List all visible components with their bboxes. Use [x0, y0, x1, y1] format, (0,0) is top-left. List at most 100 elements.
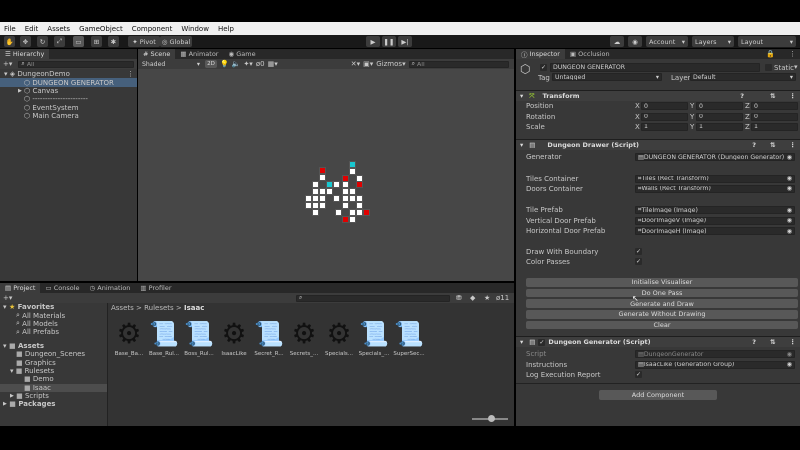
tab-inspector[interactable]: ⓘ Inspector	[516, 49, 565, 59]
step-icon[interactable]: ▶|	[398, 36, 412, 47]
asset-item[interactable]: 📜 Secret_R...	[252, 319, 286, 357]
preset-icon[interactable]: ⇅	[770, 141, 775, 149]
help-icon[interactable]: ?	[740, 92, 744, 100]
folder-item[interactable]: ■ Graphics	[0, 358, 107, 367]
tab-hierarchy[interactable]: ☰ Hierarchy	[0, 49, 50, 59]
static-checkbox[interactable]	[765, 64, 772, 71]
folder-item[interactable]: ▾ ■ Rulesets	[0, 367, 107, 375]
initialise-visualiser-button[interactable]: Initialise Visualiser	[526, 278, 798, 287]
hierarchy-item-scene[interactable]: ▾ ◈ DungeonDemo ⋮	[0, 70, 137, 78]
object-name-input[interactable]: DUNGEON GENERATOR	[550, 63, 760, 72]
menu-help[interactable]: Help	[218, 25, 234, 33]
slider-handle[interactable]	[488, 415, 495, 422]
effects-icon[interactable]: ✦▾	[243, 60, 252, 68]
transform-z-input[interactable]: 0	[751, 112, 798, 121]
doors-field[interactable]: ⌗ Walls (Rect Transform) ◉	[635, 184, 795, 193]
log-checkbox[interactable]: ✓	[635, 371, 642, 379]
color-passes-checkbox[interactable]: ✓	[635, 258, 642, 266]
asset-item[interactable]: ⚙ Base_Ba...	[112, 319, 146, 358]
2d-toggle[interactable]: 2D	[205, 60, 217, 68]
add-component-button[interactable]: Add Component	[599, 390, 717, 400]
hdoor-field[interactable]: ⌗ DoorImageH (Image) ◉	[635, 227, 795, 236]
transform-header[interactable]: ▾ ⤧ Transform ? ⇅ ⋮	[516, 90, 800, 101]
preset-icon[interactable]: ⇅	[770, 92, 775, 100]
generate-without-drawing-button[interactable]: Generate Without Drawing	[526, 310, 798, 319]
tab-scene[interactable]: # Scene	[138, 49, 176, 59]
boundary-checkbox[interactable]: ✓	[635, 248, 642, 256]
asset-item[interactable]: 📜 SuperSec...	[392, 319, 426, 357]
packages-node[interactable]: ▶ ■ Packages	[0, 400, 107, 408]
folder-item[interactable]: ■ Demo	[0, 375, 107, 383]
layers-dropdown[interactable]: Layers ▾	[692, 36, 734, 47]
audio-icon[interactable]: 🔈	[232, 60, 241, 68]
transform-z-input[interactable]: 1	[751, 122, 798, 131]
vdoor-field[interactable]: ⌗ DoorImageV (Image) ◉	[635, 216, 795, 225]
pause-icon[interactable]: ❚❚	[382, 36, 396, 47]
favorite-star-icon[interactable]: ★	[484, 294, 490, 302]
object-picker-icon[interactable]: ◉	[787, 176, 792, 182]
transform-y-input[interactable]: 0	[696, 112, 743, 121]
dungeon-generator-header[interactable]: ▾ ▤ ✓ Dungeon Generator (Script) ? ⇅ ⋮	[516, 336, 800, 347]
tag-dropdown[interactable]: Untagged ▾	[552, 73, 662, 81]
generate-and-draw-button[interactable]: Generate and Draw	[526, 299, 798, 308]
object-picker-icon[interactable]: ◉	[787, 207, 792, 213]
add-icon[interactable]: +▾	[3, 294, 12, 302]
grid-icon[interactable]: ▦▾	[268, 60, 278, 68]
rect-tool-icon[interactable]: ▭	[73, 36, 84, 47]
object-picker-icon[interactable]: ◉	[787, 218, 792, 224]
add-icon[interactable]: +▾	[3, 60, 12, 68]
transform-y-input[interactable]: 1	[696, 122, 743, 131]
hidden-packages-icon[interactable]: ø11	[496, 294, 509, 302]
layer-dropdown[interactable]: Default ▾	[690, 73, 796, 81]
object-picker-icon[interactable]: ◉	[787, 228, 792, 234]
help-icon[interactable]: ?	[752, 338, 756, 346]
play-icon[interactable]: ▶	[366, 36, 380, 47]
object-picker-icon[interactable]: ◉	[787, 154, 792, 160]
help-icon[interactable]: ?	[752, 141, 756, 149]
menu-component[interactable]: Component	[132, 25, 173, 33]
transform-tool-icon[interactable]: ⊞	[91, 36, 102, 47]
transform-x-input[interactable]: 0	[641, 102, 688, 111]
kebab-menu-icon[interactable]: ⋮	[790, 141, 797, 149]
tab-profiler[interactable]: ▥ Profiler	[135, 283, 176, 293]
chevron-down-icon[interactable]: ▾	[794, 63, 798, 71]
asset-item[interactable]: ⚙ IsaacLike	[217, 319, 251, 358]
menu-window[interactable]: Window	[181, 25, 209, 33]
tab-console[interactable]: ▭ Console	[40, 283, 84, 293]
dungeon-drawer-header[interactable]: ▾ ▤ Dungeon Drawer (Script) ? ⇅ ⋮	[516, 139, 800, 150]
object-picker-icon[interactable]: ◉	[787, 186, 792, 192]
hierarchy-search-input[interactable]: ⌕ All	[18, 60, 134, 68]
scale-tool-icon[interactable]: ⤢	[54, 36, 65, 47]
transform-y-input[interactable]: 0	[696, 102, 743, 111]
kebab-menu-icon[interactable]: ⋮	[789, 50, 796, 58]
custom-tool-icon[interactable]: ✱	[108, 36, 119, 47]
tools-icon[interactable]: ✕▾	[351, 60, 360, 68]
shading-dropdown[interactable]: Shaded ▾	[140, 60, 202, 68]
kebab-menu-icon[interactable]: ⋮	[790, 338, 797, 346]
camera-icon[interactable]: ▣▾	[363, 60, 373, 68]
lighting-icon[interactable]: 💡	[220, 60, 229, 68]
menu-gameobject[interactable]: GameObject	[79, 25, 123, 33]
generator-enabled-checkbox[interactable]: ✓	[538, 338, 546, 346]
folder-item[interactable]: ■ Dungeon_Scenes	[0, 350, 107, 358]
tiles-field[interactable]: ⌗ Tiles (Rect Transform) ◉	[635, 174, 795, 183]
asset-item[interactable]: ⚙ Specials...	[322, 319, 356, 358]
hierarchy-item-main-camera[interactable]: ⬡ Main Camera	[0, 112, 137, 120]
transform-x-input[interactable]: 1	[641, 122, 688, 131]
menu-file[interactable]: File	[4, 25, 16, 33]
asset-item[interactable]: ⚙ Secrets_...	[287, 319, 321, 358]
assets-node[interactable]: ▾ ■ Assets	[0, 342, 107, 350]
hierarchy-item-dungeon-generator[interactable]: ⬡ DUNGEON GENERATOR	[0, 78, 137, 87]
kebab-menu-icon[interactable]: ⋮	[790, 92, 797, 100]
clear-button[interactable]: Clear	[526, 320, 798, 330]
hand-tool-icon[interactable]: ✋	[4, 36, 15, 47]
preset-icon[interactable]: ⇅	[770, 338, 775, 346]
project-search-input[interactable]: ⌕	[296, 294, 450, 302]
do-one-pass-button[interactable]: Do One Pass	[526, 288, 798, 298]
tab-project[interactable]: ▤ Project	[0, 283, 41, 293]
transform-z-input[interactable]: 0	[751, 102, 798, 111]
lock-icon[interactable]: 🔒	[766, 50, 775, 58]
asset-item[interactable]: 📜 Base_Rul...	[147, 319, 181, 357]
scene-search-input[interactable]: ⌕ All	[408, 60, 509, 68]
menu-edit[interactable]: Edit	[25, 25, 39, 33]
